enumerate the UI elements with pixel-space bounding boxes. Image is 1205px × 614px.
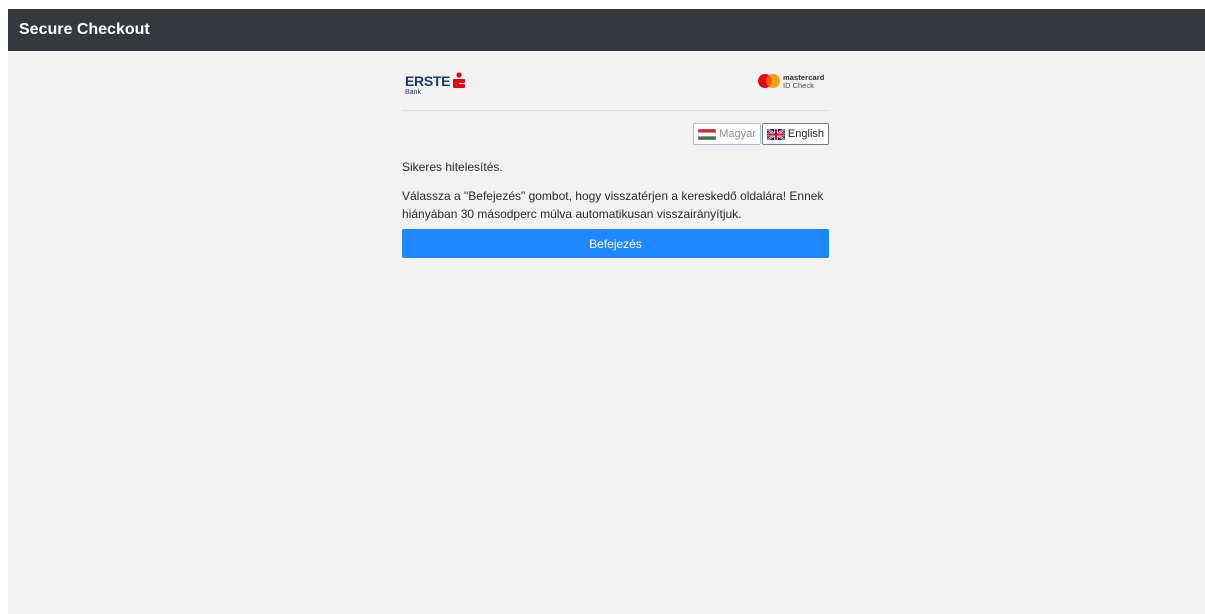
language-switcher: Magyar English [402,123,829,145]
authentication-status-text: Sikeres hitelesítés. [402,160,503,174]
language-label: Magyar [719,128,756,140]
top-bar: Secure Checkout [8,9,1205,51]
card-brand-subtitle: ID Check [783,81,814,90]
brand-row: ERSTE Bank mastercard ID Check [402,66,829,111]
erste-s-mark-icon [453,72,465,88]
checkout-frame: Secure Checkout ERSTE Bank mastercard ID… [8,9,1205,614]
finish-button[interactable]: Befejezés [402,229,829,258]
language-button-magyar[interactable]: Magyar [693,123,761,145]
bank-name: ERSTE [405,73,451,89]
mastercard-circles-icon [758,74,780,88]
mastercard-id-check-logo: mastercard ID Check [757,72,829,92]
page-title: Secure Checkout [19,21,150,38]
hungarian-flag-icon [698,128,717,140]
bank-subtitle: Bank [405,89,421,96]
language-button-english[interactable]: English [761,123,829,145]
redirect-instructions-text: Válassza a "Befejezés" gombot, hogy viss… [402,189,824,221]
erste-bank-logo: ERSTE Bank [405,69,475,99]
language-label: English [787,128,824,140]
checkout-content: ERSTE Bank mastercard ID Check Magyar En… [402,66,829,258]
uk-flag-icon [766,128,785,140]
